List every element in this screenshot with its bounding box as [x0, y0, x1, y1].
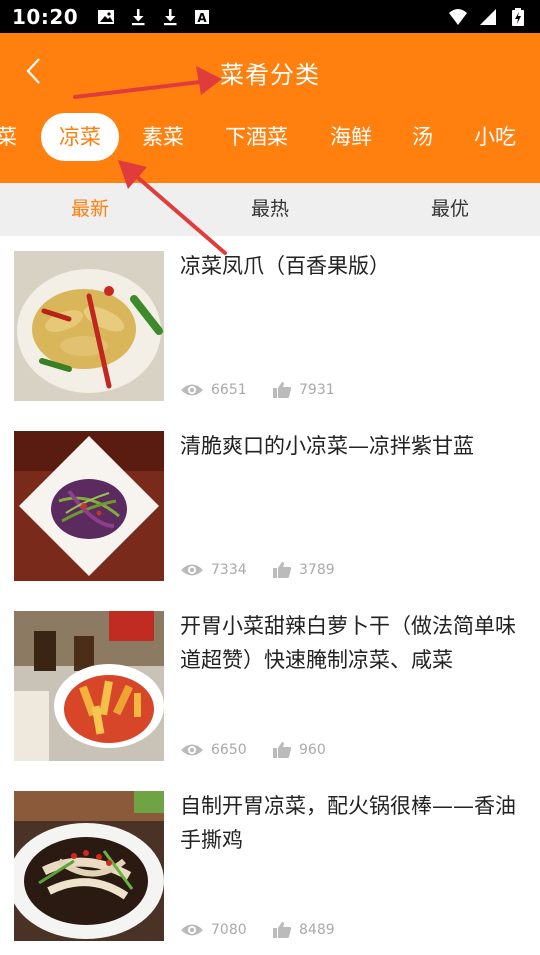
tab-category-sucai[interactable]: 素菜: [142, 113, 184, 161]
signal-icon: [480, 8, 496, 25]
recipe-stats: 6651 7931: [180, 379, 335, 401]
views-count: 7334: [211, 562, 247, 578]
recipe-thumbnail[interactable]: [14, 251, 164, 401]
recipe-title: 开胃小菜甜辣白萝卜干（做法简单味道超赞）快速腌制凉菜、咸菜: [180, 614, 516, 672]
thumbs-up-icon: [273, 742, 292, 758]
likes-count: 960: [299, 742, 326, 758]
tab-category-tang[interactable]: 汤: [412, 113, 433, 161]
views-stat: 6650: [180, 742, 272, 758]
category-tabs: 菜 凉菜 素菜 下酒菜 海鲜 汤 小吃: [0, 113, 540, 161]
status-system-icons: [448, 7, 528, 27]
recipe-thumbnail[interactable]: [14, 791, 164, 941]
download-icon: [132, 8, 145, 25]
likes-stat: 960: [272, 741, 326, 759]
recipe-stats: 7080 8489: [180, 919, 335, 941]
views-count: 6650: [211, 742, 247, 758]
list-item[interactable]: 自制开胃凉菜，配火锅很棒——香油手撕鸡 7080 8489: [0, 776, 540, 955]
sort-tab-hottest[interactable]: 最热: [180, 183, 360, 236]
eye-icon: [181, 564, 203, 576]
image-icon: [98, 9, 115, 24]
views-stat: 7080: [180, 922, 272, 938]
sort-tab-newest[interactable]: 最新: [0, 183, 180, 236]
recipe-thumbnail[interactable]: [14, 611, 164, 761]
sort-tab-best[interactable]: 最优: [360, 183, 540, 236]
a-letter-icon: A: [195, 9, 210, 25]
list-item[interactable]: 开胃小菜甜辣白萝卜干（做法简单味道超赞）快速腌制凉菜、咸菜 6650 960: [0, 596, 540, 776]
status-bar: 10:20 A: [0, 0, 540, 33]
likes-count: 3789: [299, 562, 335, 578]
recipe-stats: 7334 3789: [180, 559, 335, 581]
recipe-stats: 6650 960: [180, 739, 326, 761]
likes-count: 8489: [299, 922, 335, 938]
wifi-icon: [449, 8, 467, 25]
list-item[interactable]: 清脆爽口的小凉菜—凉拌紫甘蓝 7334 3789: [0, 416, 540, 596]
likes-stat: 7931: [272, 381, 335, 399]
page-title: 菜肴分类: [220, 61, 320, 89]
eye-icon: [181, 924, 203, 936]
tab-category-liangcai[interactable]: 凉菜: [41, 113, 119, 161]
tab-category-xiaochi[interactable]: 小吃: [474, 113, 516, 161]
recipe-title: 清脆爽口的小凉菜—凉拌紫甘蓝: [180, 434, 474, 458]
recipe-title: 自制开胃凉菜，配火锅很棒——香油手撕鸡: [180, 794, 516, 852]
likes-count: 7931: [299, 382, 335, 398]
thumbs-up-icon: [273, 382, 292, 398]
eye-icon: [181, 744, 203, 756]
svg-text:A: A: [198, 11, 208, 25]
views-stat: 6651: [180, 382, 272, 398]
thumbs-up-icon: [273, 922, 292, 938]
recipe-thumbnail[interactable]: [14, 431, 164, 581]
status-notification-icons: A: [96, 7, 212, 27]
thumbs-up-icon: [273, 562, 292, 578]
app-header: 菜肴分类 菜 凉菜 素菜 下酒菜 海鲜 汤 小吃: [0, 33, 540, 183]
views-count: 7080: [211, 922, 247, 938]
tab-category-partial[interactable]: 菜: [0, 113, 17, 161]
status-time: 10:20: [12, 4, 79, 29]
battery-charging-icon: [512, 7, 524, 26]
sort-tabs: 最新 最热 最优: [0, 183, 540, 236]
recipe-title: 凉菜凤爪（百香果版）: [180, 254, 390, 278]
list-item[interactable]: 凉菜凤爪（百香果版） 6651 7931: [0, 236, 540, 416]
eye-icon: [181, 384, 203, 396]
download-icon: [164, 8, 177, 25]
likes-stat: 3789: [272, 561, 335, 579]
likes-stat: 8489: [272, 921, 335, 939]
tab-category-haixian[interactable]: 海鲜: [330, 113, 372, 161]
tab-category-xiajiucai[interactable]: 下酒菜: [225, 113, 288, 161]
views-stat: 7334: [180, 562, 272, 578]
views-count: 6651: [211, 382, 247, 398]
